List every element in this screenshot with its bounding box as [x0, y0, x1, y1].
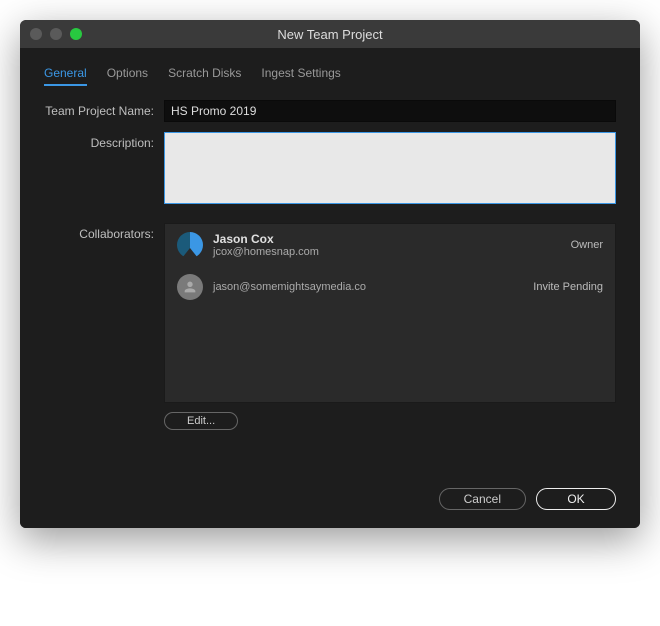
collaborators-label: Collaborators: [44, 223, 164, 241]
maximize-window-button[interactable] [70, 28, 82, 40]
dialog-window: New Team Project General Options Scratch… [20, 20, 640, 528]
minimize-window-button[interactable] [50, 28, 62, 40]
window-controls [30, 28, 82, 40]
project-name-input[interactable] [164, 100, 616, 122]
cancel-button[interactable]: Cancel [439, 488, 526, 510]
edit-collaborators-button[interactable]: Edit... [164, 412, 238, 430]
dialog-footer: Cancel OK [20, 470, 640, 528]
tab-scratch-disks[interactable]: Scratch Disks [168, 66, 241, 86]
collaborator-row[interactable]: Jason Cox jcox@homesnap.com Owner [165, 224, 615, 266]
collaborator-email: jcox@homesnap.com [213, 246, 571, 258]
collaborator-name: Jason Cox [213, 232, 571, 246]
description-input[interactable] [164, 132, 616, 204]
window-title: New Team Project [20, 27, 640, 42]
avatar [177, 274, 203, 300]
avatar [177, 232, 203, 258]
dialog-content: General Options Scratch Disks Ingest Set… [20, 48, 640, 430]
collaborators-list: Jason Cox jcox@homesnap.com Owner jason@… [164, 223, 616, 403]
collaborator-status: Owner [571, 239, 603, 251]
collaborator-email: jason@somemightsaymedia.co [213, 281, 533, 293]
tab-general[interactable]: General [44, 66, 87, 86]
description-label: Description: [44, 132, 164, 150]
collaborator-row[interactable]: jason@somemightsaymedia.co Invite Pendin… [165, 266, 615, 308]
tab-ingest-settings[interactable]: Ingest Settings [261, 66, 340, 86]
tab-options[interactable]: Options [107, 66, 148, 86]
close-window-button[interactable] [30, 28, 42, 40]
project-name-label: Team Project Name: [44, 100, 164, 118]
tab-bar: General Options Scratch Disks Ingest Set… [44, 66, 616, 86]
ok-button[interactable]: OK [536, 488, 616, 510]
titlebar: New Team Project [20, 20, 640, 48]
collaborator-status: Invite Pending [533, 281, 603, 293]
